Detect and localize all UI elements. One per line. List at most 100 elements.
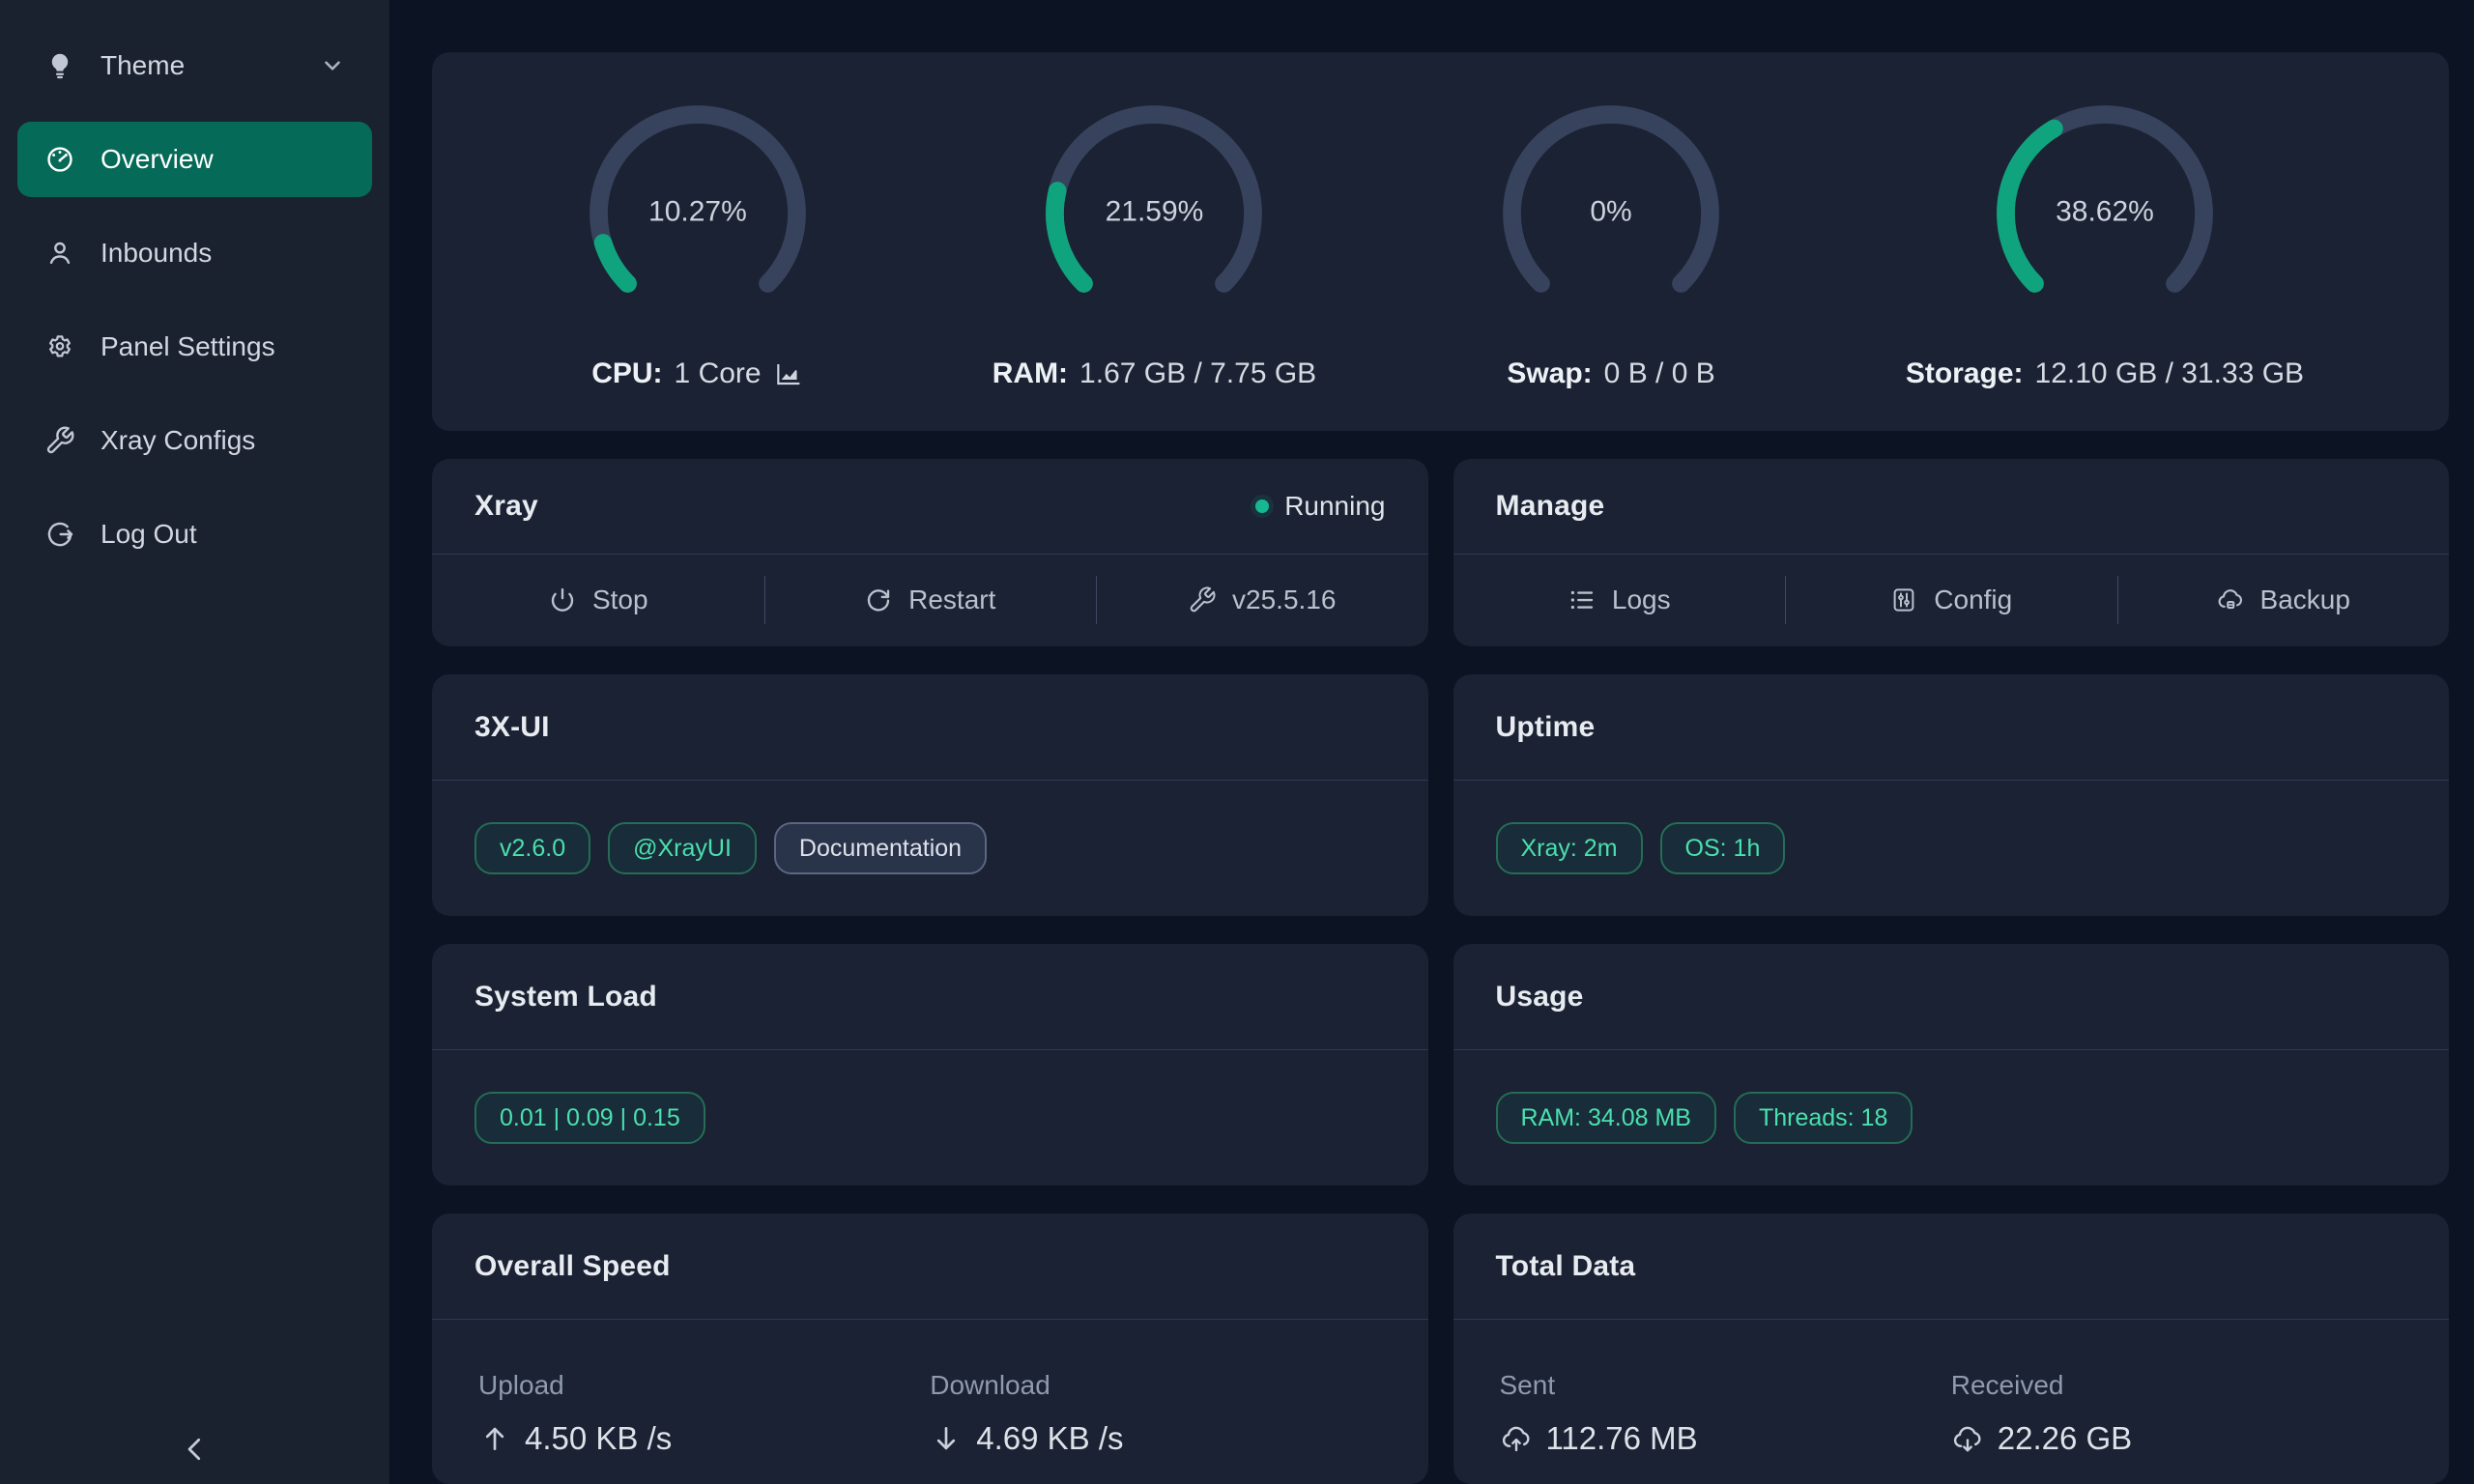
xray-uptime-badge: Xray: 2m [1496,822,1643,874]
download-value: 4.69 KB /s [930,1420,1381,1457]
ram-usage-badge: RAM: 34.08 MB [1496,1092,1716,1144]
xray-card: Xray Running Stop Restart [432,459,1428,646]
documentation-tag[interactable]: Documentation [774,822,987,874]
running-dot-icon [1255,499,1269,513]
person-icon [44,238,75,269]
ram-label-detail: 1.67 GB / 7.75 GB [1079,357,1316,390]
storage-label-bold: Storage: [1906,357,2024,390]
chevron-left-icon [178,1432,213,1467]
threads-badge: Threads: 18 [1734,1092,1913,1144]
xui-card-title: 3X-UI [475,711,550,744]
upload-label: Upload [478,1370,930,1401]
sidebar: Theme Overview Inbounds Panel Settings X… [0,0,389,1484]
cpu-percent: 10.27% [648,195,747,228]
stop-button[interactable]: Stop [432,555,764,645]
arrow-up-icon [478,1422,511,1455]
xray-status-label: Running [1284,491,1385,522]
xray-actions: Stop Restart v25.5.16 [432,555,1428,645]
sent-value: 112.76 MB [1500,1420,1951,1457]
cpu-gauge: 10.27% CPU: 1 Core [577,93,819,390]
total-data-card: Total Data Sent 112.76 MB Received [1453,1213,2450,1484]
xray-status: Running [1255,491,1385,522]
upload-speed-text: 4.50 KB /s [525,1420,672,1457]
sidebar-item-label: Overview [101,144,214,175]
logs-button-label: Logs [1612,585,1671,615]
xui-tags: v2.6.0 @XrayUI Documentation [432,781,1428,916]
storage-label: Storage: 12.10 GB / 31.33 GB [1906,357,2304,390]
overall-speed-card: Overall Speed Upload 4.50 KB /s Download [432,1213,1428,1484]
download-speed-text: 4.69 KB /s [976,1420,1123,1457]
swap-gauge: 0% Swap: 0 B / 0 B [1490,93,1732,390]
uptime-card-header: Uptime [1453,674,2450,781]
theme-label: Theme [101,50,185,81]
restart-button-label: Restart [908,585,995,615]
power-icon [548,585,577,614]
load-average-badge: 0.01 | 0.09 | 0.15 [475,1092,705,1144]
sidebar-item-label: Inbounds [101,238,212,269]
sidebar-item-xray-configs[interactable]: Xray Configs [17,403,372,478]
sent-data-text: 112.76 MB [1546,1420,1698,1457]
version-tag[interactable]: v2.6.0 [475,822,590,874]
backup-button[interactable]: Backup [2117,555,2450,645]
ram-label-bold: RAM: [992,357,1068,390]
usage-tags: RAM: 34.08 MB Threads: 18 [1453,1050,2450,1185]
sidebar-item-label: Xray Configs [101,425,255,456]
list-icon [1568,585,1597,614]
cpu-label: CPU: 1 Core [591,357,803,390]
cpu-label-detail: 1 Core [675,357,762,390]
manage-card: Manage Logs Config [1453,459,2450,646]
sidebar-collapse-button[interactable] [0,1432,389,1467]
overall-speed-header: Overall Speed [432,1213,1428,1320]
area-chart-icon[interactable] [773,358,804,389]
logs-button[interactable]: Logs [1453,555,1786,645]
manage-actions: Logs Config Backup [1453,555,2450,645]
manage-card-header: Manage [1453,459,2450,555]
system-load-card: System Load 0.01 | 0.09 | 0.15 [432,944,1428,1185]
received-data-text: 22.26 GB [1998,1420,2132,1457]
xrayui-tag[interactable]: @XrayUI [608,822,757,874]
os-uptime-badge: OS: 1h [1660,822,1786,874]
overall-speed-title: Overall Speed [475,1250,671,1283]
restart-button[interactable]: Restart [764,555,1097,645]
arrow-down-icon [930,1422,963,1455]
xui-card-header: 3X-UI [432,674,1428,781]
xray-card-header: Xray Running [432,459,1428,555]
xray-version-button[interactable]: v25.5.16 [1096,555,1428,645]
ram-gauge-ring: 21.59% [1033,93,1275,334]
theme-selector[interactable]: Theme [17,35,372,97]
sidebar-item-label: Panel Settings [101,331,275,362]
download-block: Download 4.69 KB /s [930,1370,1381,1457]
swap-label-bold: Swap: [1507,357,1592,390]
swap-gauge-ring: 0% [1490,93,1732,334]
usage-card: Usage RAM: 34.08 MB Threads: 18 [1453,944,2450,1185]
total-data-body: Sent 112.76 MB Received 22.26 GB [1453,1320,2450,1457]
backup-button-label: Backup [2260,585,2350,615]
swap-label-detail: 0 B / 0 B [1604,357,1715,390]
swap-label: Swap: 0 B / 0 B [1507,357,1714,390]
storage-label-detail: 12.10 GB / 31.33 GB [2035,357,2305,390]
chevron-down-icon [320,53,345,78]
ram-label: RAM: 1.67 GB / 7.75 GB [992,357,1316,390]
config-button[interactable]: Config [1785,555,2117,645]
main-content: 10.27% CPU: 1 Core 21.59% RAM: 1.67 GB [389,0,2474,1484]
restart-icon [864,585,893,614]
sidebar-item-panel-settings[interactable]: Panel Settings [17,309,372,385]
xray-version-label: v25.5.16 [1232,585,1336,615]
sidebar-item-logout[interactable]: Log Out [17,497,372,572]
received-label: Received [1951,1370,2402,1401]
stop-button-label: Stop [592,585,648,615]
total-data-title: Total Data [1496,1250,1636,1283]
usage-card-title: Usage [1496,981,1584,1013]
gear-icon [44,331,75,362]
storage-percent: 38.62% [2056,195,2154,228]
total-data-header: Total Data [1453,1213,2450,1320]
xui-card: 3X-UI v2.6.0 @XrayUI Documentation [432,674,1428,916]
sent-label: Sent [1500,1370,1951,1401]
sidebar-item-overview[interactable]: Overview [17,122,372,197]
system-load-tags: 0.01 | 0.09 | 0.15 [432,1050,1428,1185]
sidebar-item-inbounds[interactable]: Inbounds [17,215,372,291]
received-value: 22.26 GB [1951,1420,2402,1457]
lightbulb-icon [44,50,75,81]
upload-value: 4.50 KB /s [478,1420,930,1457]
storage-gauge-ring: 38.62% [1984,93,2226,334]
